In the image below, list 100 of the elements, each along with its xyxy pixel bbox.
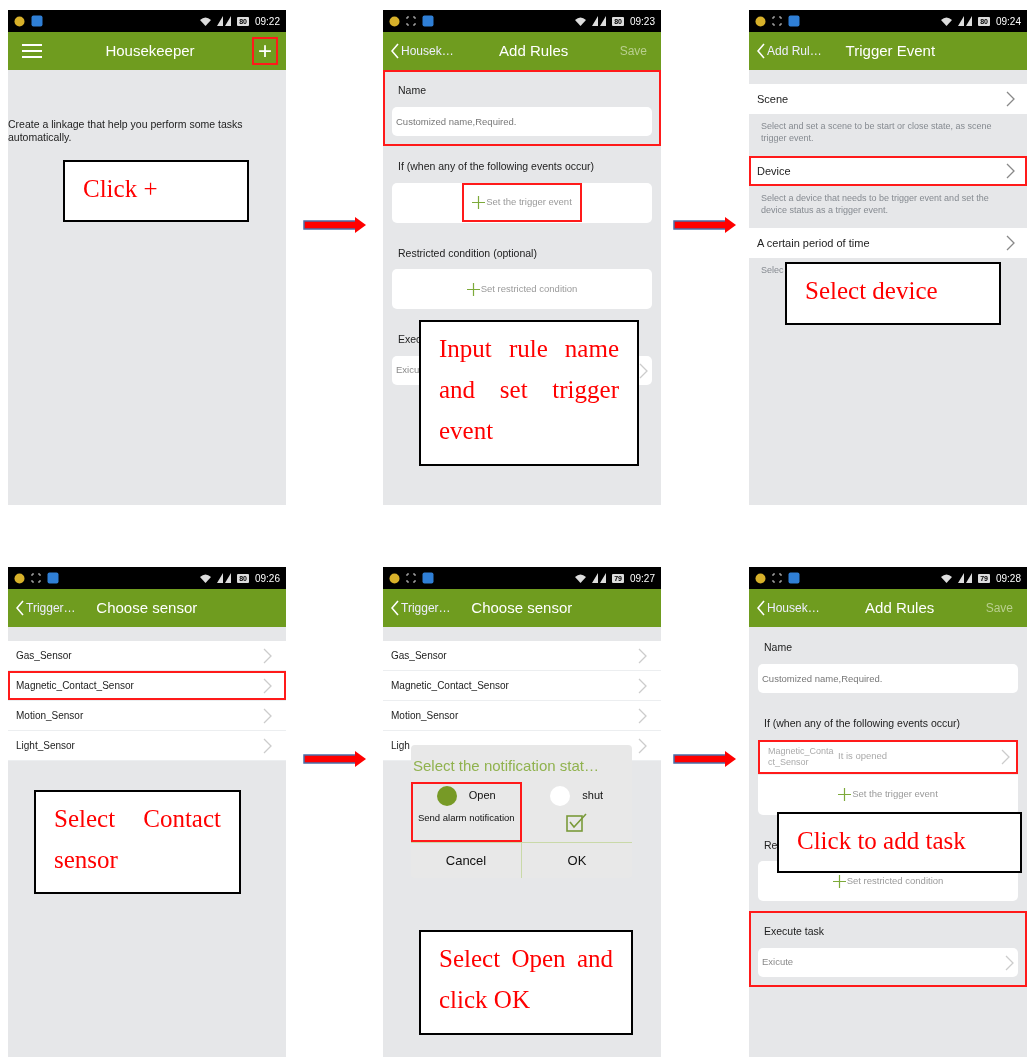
chevron-right-icon <box>1006 235 1015 251</box>
option-description: Select a device that needs to be trigger event and set the device status as a trigger event. <box>761 192 990 216</box>
screenshot-icon <box>31 573 41 583</box>
signal-icon <box>217 573 232 583</box>
sensor-row[interactable]: Motion_Sensor <box>8 701 286 731</box>
option-description: Selec <box>761 264 784 276</box>
device-state: It is opened <box>838 749 889 764</box>
chevron-left-icon <box>391 600 399 616</box>
chevron-right-icon <box>263 707 272 724</box>
app-icon <box>788 15 800 27</box>
status-time: 09:27 <box>629 571 655 586</box>
plus-icon <box>472 196 486 209</box>
screen-title: Housekeeper <box>104 40 196 61</box>
screen-title: Choose sensor <box>95 597 199 618</box>
status-time: 09:23 <box>629 14 655 29</box>
name-field[interactable]: Customized name,Required. <box>392 106 652 136</box>
chevron-right-icon <box>638 677 647 694</box>
chevron-right-icon <box>638 737 647 754</box>
callout-tooltip: Click to add task <box>777 812 1022 873</box>
callout-tooltip: Input rule name and set trigger event <box>419 320 639 466</box>
sensor-row[interactable]: Gas_Sensor <box>8 641 286 671</box>
signal-icon <box>592 573 607 583</box>
app-icon <box>389 15 400 27</box>
chevron-right-icon <box>263 677 272 694</box>
dialog-button[interactable]: OK <box>521 842 632 878</box>
status-time: 09:24 <box>995 14 1021 29</box>
screen-title: Choose sensor <box>470 597 574 618</box>
sensor-row[interactable]: Magnetic_Contact_Sensor <box>8 671 286 701</box>
right-arrow <box>673 750 737 768</box>
section-label: Re <box>764 837 778 853</box>
app-icon <box>755 15 766 27</box>
chevron-right-icon <box>638 647 647 664</box>
status-time: 09:22 <box>254 14 280 29</box>
chevron-right-icon <box>263 647 272 664</box>
chevron-left-icon <box>757 43 765 59</box>
section-label: Name <box>764 640 792 655</box>
sensor-row[interactable]: Motion_Sensor <box>383 701 661 731</box>
execute-field[interactable]: Exicute <box>758 948 1018 977</box>
wifi-icon <box>941 573 953 583</box>
option-label: Open <box>468 788 496 804</box>
signal-icon <box>217 16 232 26</box>
sensor-row[interactable]: Light_Sensor <box>8 731 286 761</box>
screen-title: Trigger Event <box>844 40 937 61</box>
screenshot-icon <box>406 16 416 26</box>
sensor-row[interactable]: Magnetic_Contact_Sensor <box>383 671 661 701</box>
chevron-right-icon <box>639 362 648 379</box>
chevron-right-icon <box>1006 91 1015 107</box>
right-arrow <box>302 216 367 234</box>
plus-icon <box>832 874 846 888</box>
name-field[interactable]: Customized name,Required. <box>758 663 1018 693</box>
chevron-right-icon <box>638 707 647 724</box>
signal-icon <box>592 16 607 26</box>
intro-text: Create a linkage that help you perform some tasks automatically. <box>8 118 244 144</box>
option-label: shut <box>582 788 604 804</box>
plus-icon <box>838 788 852 801</box>
dialog-button[interactable]: Cancel <box>411 842 521 878</box>
radio-option[interactable]: shut <box>521 781 632 842</box>
app-icon <box>422 15 434 27</box>
callout-tooltip: Select Contact sensor <box>34 790 241 894</box>
chevron-right-icon <box>263 737 272 754</box>
section-label: If (when any of the following events occur) <box>764 715 961 731</box>
callout-tooltip: Select Open and click OK <box>419 930 633 1035</box>
right-arrow <box>302 750 367 768</box>
signal-icon <box>958 573 973 583</box>
callout-tooltip: Click + <box>63 160 249 222</box>
section-label: If (when any of the following events occur) <box>398 158 595 174</box>
wifi-icon <box>941 16 953 26</box>
status-time: 09:28 <box>995 571 1021 586</box>
section-label: Restricted condition (optional) <box>398 245 537 261</box>
app-icon <box>422 572 434 584</box>
screenshot-icon <box>772 16 782 26</box>
wifi-icon <box>200 16 212 26</box>
section-label: Name <box>398 83 426 98</box>
wifi-icon <box>575 573 587 583</box>
right-arrow <box>673 216 737 234</box>
option-row[interactable]: A certain period of time <box>749 228 1027 258</box>
callout-tooltip: Select device <box>785 262 1001 325</box>
wifi-icon <box>200 573 212 583</box>
device-name: Magnetic_Contact_Sensor <box>768 745 835 768</box>
chevron-right-icon <box>1001 748 1010 765</box>
sensor-row[interactable]: Gas_Sensor <box>383 641 661 671</box>
menu-icon <box>22 43 42 59</box>
dialog-title: Select the notification stat… <box>412 756 600 776</box>
app-icon <box>47 572 59 584</box>
wifi-icon <box>575 16 587 26</box>
chevron-right-icon <box>1005 954 1014 971</box>
screen-title: Add Rules <box>864 597 936 618</box>
app-icon <box>389 572 400 584</box>
app-icon <box>755 572 766 584</box>
radio-option[interactable]: Open Send alarm notification <box>411 781 522 842</box>
chevron-left-icon <box>757 600 765 616</box>
chevron-left-icon <box>391 43 399 59</box>
plus-icon <box>466 282 480 296</box>
app-icon <box>31 15 43 27</box>
screenshot-icon <box>772 573 782 583</box>
radio-button[interactable] <box>436 785 457 806</box>
option-row[interactable]: Device <box>749 156 1027 186</box>
signal-icon <box>958 16 973 26</box>
screen-title: Add Rules <box>498 40 570 61</box>
option-row[interactable]: Scene <box>749 84 1027 114</box>
